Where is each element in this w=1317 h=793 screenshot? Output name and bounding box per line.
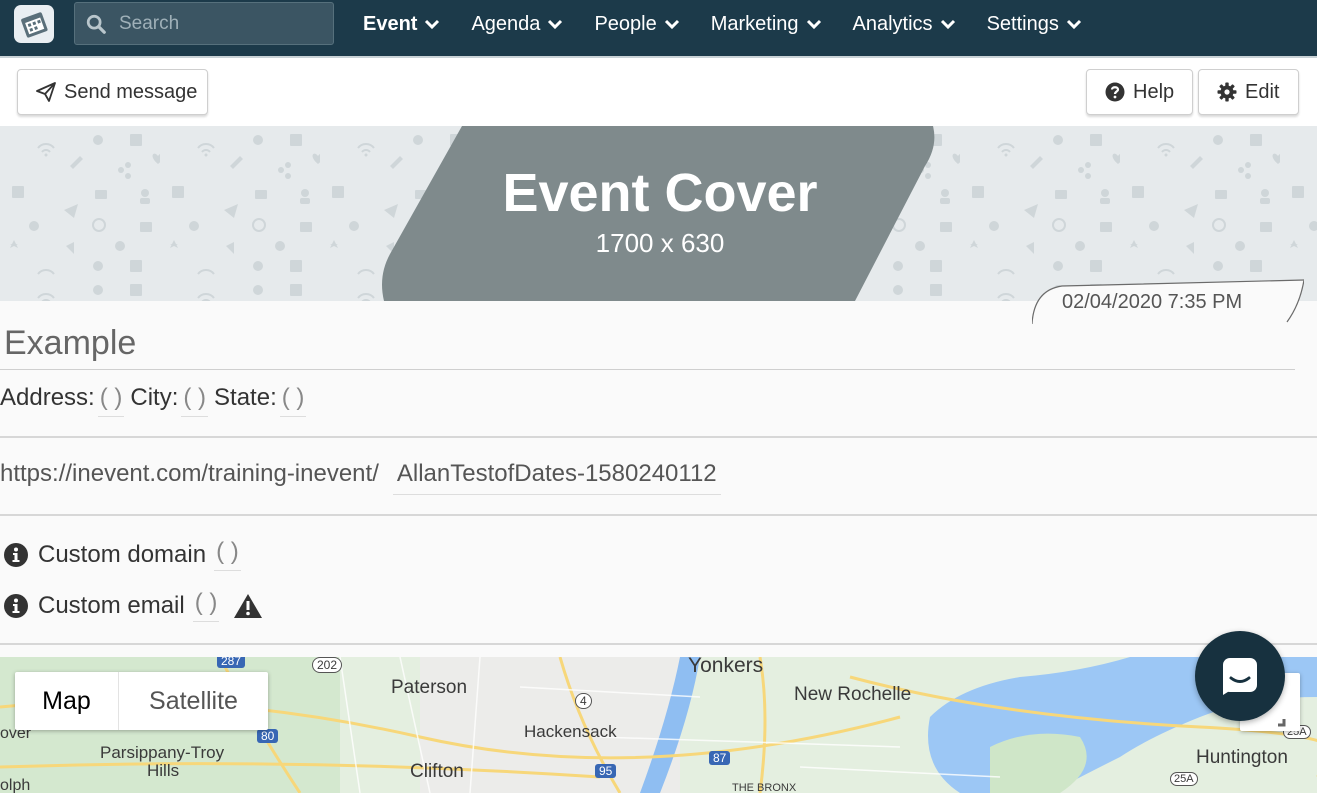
custom-domain-label: Custom domain	[38, 540, 207, 568]
chevron-down-icon	[940, 19, 955, 30]
custom-email-label: Custom email	[38, 591, 185, 619]
search-input[interactable]	[119, 12, 319, 35]
interstate-shield: 80	[257, 729, 279, 743]
url-slug-field[interactable]: AllanTestofDates-1580240112	[392, 460, 721, 495]
cover-dimensions: 1700 x 630	[595, 228, 725, 258]
state-field[interactable]: ( )	[279, 384, 307, 417]
menu-agenda-label: Agenda	[471, 12, 541, 35]
search-icon	[86, 14, 106, 34]
gear-icon	[1217, 82, 1237, 102]
menu-settings[interactable]: Settings	[987, 13, 1082, 36]
menu-analytics[interactable]: Analytics	[853, 13, 956, 36]
event-url-row: https://inevent.com/training-inevent/ Al…	[0, 460, 721, 495]
custom-email-field[interactable]: ( )	[192, 589, 220, 622]
map-view-button[interactable]: Map	[15, 672, 119, 730]
address-label: Address:	[0, 384, 95, 411]
chevron-down-icon	[806, 19, 821, 30]
menu-event-label: Event	[363, 12, 418, 35]
map-place-label: New Rochelle	[794, 684, 912, 705]
map-place-label: Parsippany-Troy	[100, 743, 225, 762]
state-label: State:	[214, 384, 277, 411]
interstate-shield: 287	[217, 657, 246, 668]
divider	[0, 436, 1317, 438]
event-map[interactable]: Yonkers Paterson New Rochelle Hackensack…	[0, 657, 1317, 793]
menu-analytics-label: Analytics	[852, 12, 933, 35]
event-name[interactable]: Example	[4, 324, 136, 363]
satellite-view-button[interactable]: Satellite	[119, 672, 268, 730]
menu-settings-label: Settings	[986, 12, 1059, 35]
send-message-button[interactable]: Send message	[17, 69, 208, 115]
menu-people-label: People	[594, 12, 657, 35]
custom-email-row: Custom email ( )	[4, 589, 263, 622]
top-navbar: Event Agenda People Marketing Analytics …	[0, 0, 1317, 56]
map-type-toggle: Map Satellite	[15, 672, 268, 730]
menu-people[interactable]: People	[594, 13, 679, 36]
edit-label: Edit	[1245, 80, 1280, 103]
info-circle-icon	[4, 542, 28, 567]
route-shield: 25A	[1170, 772, 1198, 786]
search-box[interactable]	[74, 2, 334, 45]
map-place-label: Paterson	[391, 677, 468, 698]
event-cover[interactable]: Event Cover 1700 x 630	[0, 126, 1317, 301]
warning-triangle-icon[interactable]	[233, 593, 263, 619]
chevron-down-icon	[548, 19, 563, 30]
chevron-down-icon	[1066, 19, 1081, 30]
route-shield: 4	[575, 693, 592, 709]
route-shield: 202	[312, 657, 343, 673]
map-place-label: Hills	[147, 761, 180, 780]
url-prefix: https://inevent.com/training-inevent/	[0, 460, 379, 487]
edit-button[interactable]: Edit	[1198, 69, 1299, 115]
main-menu: Event Agenda People Marketing Analytics …	[363, 0, 1113, 48]
event-datetime[interactable]: 02/04/2020 7:35 PM	[1032, 278, 1304, 324]
cover-title: Event Cover	[502, 163, 818, 223]
app-logo[interactable]	[14, 5, 54, 43]
custom-domain-field[interactable]: ( )	[214, 538, 241, 571]
map-place-label: olph	[0, 777, 31, 793]
divider	[0, 643, 1317, 645]
chevron-down-icon	[425, 19, 440, 30]
custom-domain-row: Custom domain ( )	[4, 538, 247, 571]
menu-marketing[interactable]: Marketing	[711, 13, 822, 36]
map-place-label: THE BRONX	[732, 782, 797, 793]
menu-agenda[interactable]: Agenda	[471, 13, 563, 36]
map-place-label: Huntington	[1196, 747, 1288, 768]
question-circle-icon	[1105, 82, 1125, 102]
map-place-label: Hackensack	[524, 722, 617, 741]
address-field[interactable]: ( )	[97, 384, 125, 417]
city-field[interactable]: ( )	[181, 384, 209, 417]
address-row: Address: ( ) City: ( ) State: ( )	[0, 384, 312, 417]
chevron-down-icon	[664, 19, 679, 30]
divider	[0, 514, 1317, 516]
map-place-label: Clifton	[410, 761, 464, 782]
toolbar: Send message Help Edit	[0, 58, 1317, 126]
interstate-shield: 95	[595, 764, 617, 778]
send-message-label: Send message	[64, 80, 198, 103]
menu-marketing-label: Marketing	[710, 12, 799, 35]
divider	[0, 369, 1295, 370]
menu-event[interactable]: Event	[363, 13, 440, 36]
paper-plane-icon	[36, 82, 56, 102]
map-place-label: Yonkers	[688, 657, 764, 677]
datetime-text: 02/04/2020 7:35 PM	[1062, 291, 1243, 313]
chat-icon	[1223, 658, 1257, 695]
city-label: City:	[130, 384, 179, 411]
info-circle-icon	[4, 593, 28, 618]
interstate-shield: 87	[709, 751, 731, 765]
help-button[interactable]: Help	[1086, 69, 1193, 115]
calendar-logo-icon	[21, 12, 48, 38]
chat-launcher-button[interactable]	[1195, 631, 1285, 721]
help-label: Help	[1133, 80, 1175, 103]
